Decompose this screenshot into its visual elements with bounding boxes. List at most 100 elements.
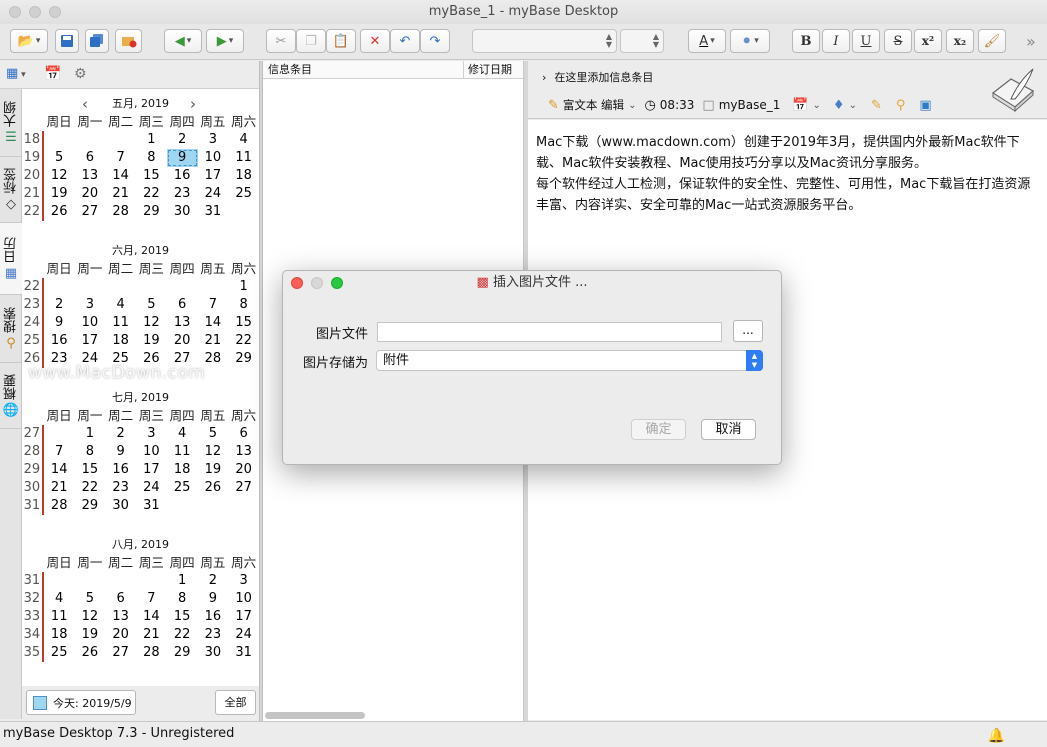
back-button[interactable]: ◀ ▾ [164, 29, 202, 53]
calendar-day[interactable]: 18 [167, 461, 198, 479]
calendar-day[interactable]: 15 [136, 167, 167, 185]
calendar-day[interactable]: 23 [198, 626, 229, 644]
calendar-day[interactable]: 13 [167, 314, 198, 332]
calendar-day[interactable]: 8 [136, 149, 167, 167]
calendar-day[interactable]: 4 [105, 296, 136, 314]
calendar-day[interactable]: 10 [75, 314, 106, 332]
highlight-button[interactable]: ⚫ ▾ [730, 29, 770, 53]
calendar-day[interactable]: 17 [198, 167, 229, 185]
calendar-day[interactable]: 5 [198, 425, 229, 443]
calendar-day[interactable]: 21 [198, 332, 229, 350]
chevron-down-icon[interactable]: ⌄ [628, 100, 636, 111]
calendar-day[interactable]: 21 [136, 626, 167, 644]
calendar-day[interactable]: 6 [167, 296, 198, 314]
calendar-day[interactable]: 26 [75, 644, 106, 662]
calendar-day[interactable]: 22 [228, 332, 259, 350]
calendar-day[interactable]: 25 [228, 185, 259, 203]
toolbar-overflow-icon[interactable]: » [1026, 32, 1036, 51]
calendar-day[interactable]: 24 [136, 479, 167, 497]
redo-button[interactable]: ↷ [420, 29, 450, 53]
calendar-day[interactable]: 10 [228, 590, 259, 608]
calendar-day[interactable]: 11 [228, 149, 259, 167]
bell-icon[interactable]: 🔔 [988, 724, 1005, 747]
calendar-day[interactable]: 2 [105, 425, 136, 443]
calendar-icon[interactable]: 📅 [792, 98, 808, 113]
col-date-header[interactable]: 修订日期 [468, 61, 512, 78]
calendar-day[interactable]: 1 [75, 425, 106, 443]
ok-button[interactable]: 确定 [631, 419, 686, 440]
calendar-day[interactable]: 16 [44, 332, 75, 350]
image-file-input[interactable] [377, 322, 722, 342]
calendar-day[interactable]: 20 [105, 626, 136, 644]
calendar-day[interactable]: 8 [167, 590, 198, 608]
calendar-day[interactable]: 2 [167, 131, 198, 149]
calendar-day[interactable]: 4 [44, 590, 75, 608]
superscript-button[interactable]: x² [914, 29, 942, 53]
calendar-day[interactable]: 28 [105, 203, 136, 221]
calendar-day[interactable]: 15 [228, 314, 259, 332]
image-icon[interactable]: ▣ [919, 98, 931, 113]
calendar-day[interactable]: 7 [198, 296, 229, 314]
calendar-day[interactable]: 20 [167, 332, 198, 350]
strikethrough-button[interactable]: S [884, 29, 912, 53]
calendar-day[interactable]: 14 [136, 608, 167, 626]
delete-button[interactable]: ✕ [360, 29, 390, 53]
calendar-day[interactable]: 14 [105, 167, 136, 185]
calendar-day[interactable]: 1 [136, 131, 167, 149]
calendar-day[interactable]: 24 [228, 626, 259, 644]
underline-button[interactable]: U [852, 29, 880, 53]
calendar-day[interactable]: 13 [75, 167, 106, 185]
font-family-select[interactable]: ▲ ▼ [472, 29, 617, 53]
calendar-day[interactable]: 29 [228, 350, 259, 368]
calendar-day[interactable]: 4 [228, 131, 259, 149]
add-calendar-icon[interactable]: 📅 [44, 66, 61, 82]
save-button[interactable] [55, 29, 79, 53]
calendar-day[interactable]: 19 [136, 332, 167, 350]
next-month-icon[interactable]: › [190, 89, 196, 119]
edit-mode-selector[interactable]: 富文本 编辑 [563, 97, 624, 113]
note-edit-icon[interactable]: ✎ [871, 98, 882, 113]
clear-format-button[interactable]: 🖌 [978, 29, 1006, 53]
calendar-day[interactable]: 27 [105, 644, 136, 662]
calendar-day[interactable]: 6 [228, 425, 259, 443]
calendar-day[interactable]: 9 [105, 443, 136, 461]
calendar-day[interactable]: 27 [228, 479, 259, 497]
col-title-header[interactable]: 信息条目 [268, 61, 312, 78]
calendar-day[interactable]: 26 [44, 203, 75, 221]
browse-button[interactable]: ... [733, 320, 763, 342]
calendar-day[interactable]: 11 [167, 443, 198, 461]
calendar-day[interactable]: 14 [44, 461, 75, 479]
calendar-day[interactable]: 3 [228, 572, 259, 590]
chevron-down-icon[interactable]: ⌄ [813, 100, 821, 111]
calendar-day[interactable]: 15 [167, 608, 198, 626]
prev-month-icon[interactable]: ‹ [82, 89, 88, 119]
calendar-day[interactable]: 6 [75, 149, 106, 167]
undo-button[interactable]: ↶ [390, 29, 420, 53]
calendar-day[interactable]: 21 [44, 479, 75, 497]
calendar-day[interactable]: 16 [167, 167, 198, 185]
calendar-day[interactable]: 8 [75, 443, 106, 461]
window-minimize-button[interactable] [29, 6, 41, 18]
calendar-day[interactable]: 22 [75, 479, 106, 497]
calendar-day[interactable]: 14 [198, 314, 229, 332]
calendar-day[interactable]: 31 [198, 203, 229, 221]
cancel-button[interactable]: 取消 [701, 419, 756, 440]
window-close-button[interactable] [9, 6, 21, 18]
calendar-day[interactable]: 17 [75, 332, 106, 350]
tag-icon[interactable]: ♦ [833, 98, 845, 113]
calendar-day[interactable]: 19 [75, 626, 106, 644]
tab-search[interactable]: 搜索 ⚲ [0, 295, 22, 363]
calendar-day[interactable]: 22 [136, 185, 167, 203]
calendar-day[interactable]: 11 [105, 314, 136, 332]
store-as-select[interactable]: 附件 ▲ ▼ [376, 350, 763, 371]
calendar-day[interactable]: 18 [105, 332, 136, 350]
all-button[interactable]: 全部 [215, 690, 256, 715]
calendar-day[interactable]: 19 [198, 461, 229, 479]
calendar-day[interactable]: 1 [167, 572, 198, 590]
calendar-day[interactable]: 16 [198, 608, 229, 626]
calendar-day[interactable]: 22 [167, 626, 198, 644]
calendar-day[interactable]: 18 [44, 626, 75, 644]
subscript-button[interactable]: x₂ [946, 29, 974, 53]
calendar-day[interactable]: 24 [198, 185, 229, 203]
italic-button[interactable]: I [822, 29, 850, 53]
